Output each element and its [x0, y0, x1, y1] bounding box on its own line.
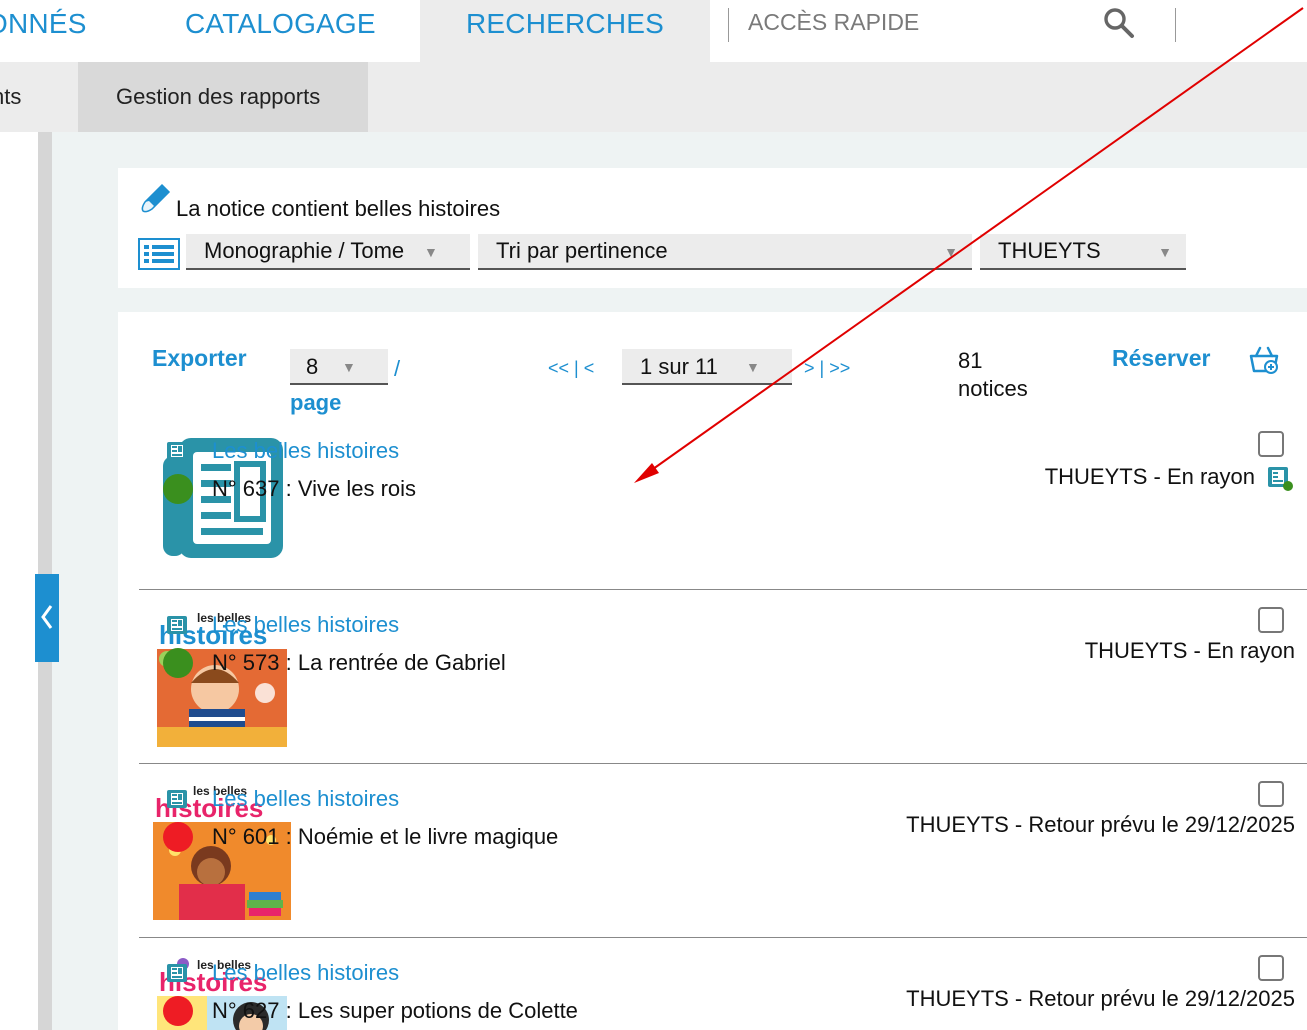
series-title-link[interactable]: Les belles histoires — [212, 438, 399, 464]
top-navigation: ONNÉS CATALOGAGE RECHERCHES ACCÈS RAPIDE — [0, 0, 1307, 62]
page-select-value: 1 sur 11 — [640, 354, 718, 379]
result-count: 81 — [958, 348, 983, 373]
subnav-item-left-label: nts — [0, 84, 22, 109]
availability-status: THUEYTS - Retour prévu le 29/12/2025 — [906, 812, 1295, 837]
chevron-down-icon: ▼ — [1158, 244, 1172, 260]
newspaper-icon — [167, 964, 187, 982]
newspaper-icon — [167, 790, 187, 808]
pencil-icon[interactable] — [140, 182, 172, 214]
per-page-value: 8 — [306, 354, 319, 379]
sidebar-toggle-button[interactable] — [35, 574, 59, 662]
issue-title[interactable]: N° 627 : Les super potions de Colette — [212, 998, 578, 1024]
issue-title[interactable]: N° 637 : Vive les rois — [212, 476, 416, 502]
series-title-link[interactable]: Les belles histoires — [212, 960, 399, 986]
page-select[interactable]: 1 sur 11 ▼ — [622, 349, 792, 385]
sort-select[interactable]: Tri par pertinence ▼ — [478, 234, 972, 270]
select-checkbox[interactable] — [1258, 607, 1284, 633]
availability-status: THUEYTS - En rayon — [1044, 464, 1255, 489]
availability-status: THUEYTS - En rayon — [1084, 638, 1295, 663]
row-divider — [139, 763, 1307, 764]
tab-catalogage[interactable]: CATALOGAGE — [185, 0, 376, 62]
export-link[interactable]: Exporter — [152, 345, 247, 372]
subnav-item-label: Gestion des rapports — [116, 84, 321, 109]
newspaper-icon — [167, 442, 187, 460]
sort-value: Tri par pertinence — [496, 238, 668, 263]
result-count-label: notices — [958, 376, 1028, 401]
select-checkbox[interactable] — [1258, 431, 1284, 457]
newspaper-icon — [167, 616, 187, 634]
basket-add-icon[interactable] — [1248, 344, 1280, 376]
library-value: THUEYTS — [998, 238, 1101, 263]
chevron-down-icon: ▼ — [944, 244, 958, 260]
row-divider — [139, 589, 1307, 590]
per-page-slash: / — [394, 356, 401, 381]
acces-rapide-link[interactable]: ACCÈS RAPIDE — [748, 8, 919, 36]
subnav-item-gestion-rapports[interactable]: Gestion des rapports — [78, 62, 368, 132]
tab-donnees[interactable]: ONNÉS — [0, 0, 150, 62]
series-title-link[interactable]: Les belles histoires — [212, 612, 399, 638]
select-checkbox[interactable] — [1258, 955, 1284, 981]
availability-dot — [163, 822, 193, 852]
query-description: La notice contient belles histoires — [176, 196, 501, 221]
chevron-down-icon: ▼ — [746, 359, 760, 375]
series-title-link[interactable]: Les belles histoires — [212, 786, 399, 812]
library-select[interactable]: THUEYTS ▼ — [980, 234, 1186, 270]
pagination-next-last[interactable]: > | >> — [804, 358, 850, 379]
availability-status: THUEYTS - Retour prévu le 29/12/2025 — [906, 986, 1295, 1011]
issue-title[interactable]: N° 573 : La rentrée de Gabriel — [212, 650, 506, 676]
per-page-label: page — [290, 390, 342, 415]
row-divider — [139, 937, 1307, 938]
list-view-icon[interactable] — [138, 238, 180, 270]
pagination-first-prev[interactable]: << | < — [548, 358, 594, 379]
availability-dot — [163, 996, 193, 1026]
query-card — [118, 168, 1307, 288]
tab-recherches[interactable]: RECHERCHES — [420, 0, 710, 62]
chevron-down-icon: ▼ — [342, 359, 356, 375]
document-type-select[interactable]: Monographie / Tome ▼ — [186, 234, 470, 270]
select-checkbox[interactable] — [1258, 781, 1284, 807]
document-type-value: Monographie / Tome — [204, 238, 405, 263]
chevron-left-icon — [41, 605, 53, 629]
sub-navigation: nts Gestion des rapports — [0, 62, 1307, 132]
availability-dot — [163, 474, 193, 504]
tab-donnees-label: ONNÉS — [0, 8, 87, 39]
issue-title[interactable]: N° 601 : Noémie et le livre magique — [212, 824, 558, 850]
search-icon[interactable] — [1102, 6, 1136, 40]
per-page-select[interactable]: 8 ▼ — [290, 349, 388, 385]
chevron-down-icon: ▼ — [424, 244, 438, 260]
reserve-link[interactable]: Réserver — [1112, 345, 1220, 372]
availability-dot — [163, 648, 193, 678]
nav-divider — [1175, 8, 1176, 42]
nav-divider — [728, 8, 729, 42]
newspaper-available-icon — [1268, 467, 1293, 491]
subnav-item-left[interactable]: nts — [0, 62, 78, 132]
